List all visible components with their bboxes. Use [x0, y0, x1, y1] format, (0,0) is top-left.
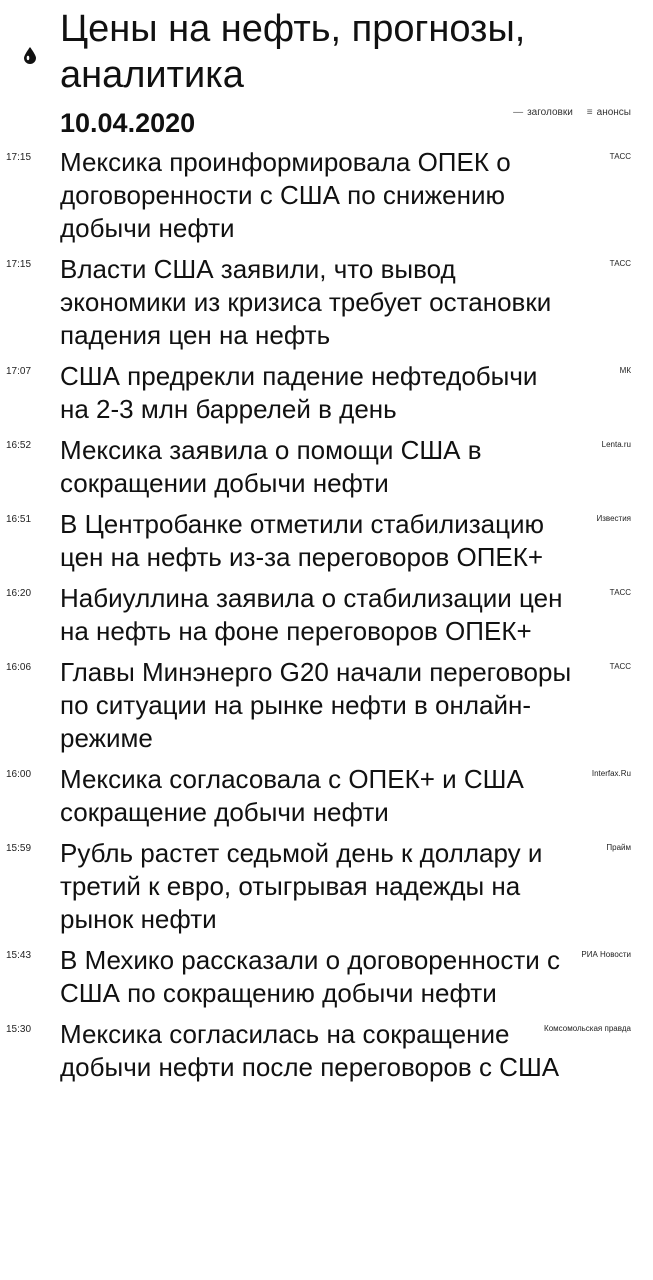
news-headline-link[interactable]: Мексика согласовала с ОПЕК+ и США сокращ…: [60, 763, 573, 829]
news-time: 17:15: [6, 152, 32, 163]
news-source[interactable]: РИА Новости: [581, 950, 631, 960]
news-source[interactable]: Прайм: [606, 843, 631, 853]
news-item[interactable]: 17:07 МК США предрекли падение нефтедобы…: [0, 360, 653, 434]
news-item[interactable]: 16:20 ТАСС Набиуллина заявила о стабилиз…: [0, 582, 653, 656]
news-time: 17:07: [6, 366, 32, 377]
news-source[interactable]: МК: [620, 366, 631, 376]
page-header: Цены на нефть, прогнозы, аналитика 10.04…: [0, 0, 653, 150]
news-item[interactable]: 17:15 ТАСС Мексика проинформировала ОПЕК…: [0, 146, 653, 253]
view-option-headlines-label: заголовки: [527, 107, 573, 118]
oil-drop-icon: [24, 47, 36, 64]
news-item[interactable]: 15:59 Прайм Рубль растет седьмой день к …: [0, 837, 653, 944]
news-source[interactable]: ТАСС: [610, 662, 631, 672]
news-time: 15:30: [6, 1024, 32, 1035]
news-item[interactable]: 16:51 Известия В Центробанке отметили ст…: [0, 508, 653, 582]
news-headline-link[interactable]: Власти США заявили, что вывод экономики …: [60, 253, 573, 352]
news-headline-link[interactable]: Рубль растет седьмой день к доллару и тр…: [60, 837, 573, 936]
news-item[interactable]: 16:52 Lenta.ru Мексика заявила о помощи …: [0, 434, 653, 508]
news-time: 16:20: [6, 588, 32, 599]
news-headline-link[interactable]: В Центробанке отметили стабилизацию цен …: [60, 508, 573, 574]
news-headline-link[interactable]: Набиуллина заявила о стабилизации цен на…: [60, 582, 573, 648]
news-item[interactable]: 16:00 Interfax.Ru Мексика согласовала с …: [0, 763, 653, 837]
lines-icon: ≡: [586, 107, 593, 118]
news-source[interactable]: ТАСС: [610, 588, 631, 598]
page-title: Цены на нефть, прогнозы, аналитика: [60, 8, 526, 96]
news-headline-link[interactable]: Мексика согласилась на сокращение добычи…: [60, 1018, 573, 1084]
news-headline-link[interactable]: В Мехико рассказали о договоренности с С…: [60, 944, 573, 1010]
news-source[interactable]: ТАСС: [610, 152, 631, 162]
news-time: 16:51: [6, 514, 32, 525]
date-label: 10.04.2020: [60, 108, 196, 138]
view-option-headlines[interactable]: — заголовки: [513, 106, 573, 120]
news-source[interactable]: Известия: [597, 514, 632, 524]
news-time: 16:06: [6, 662, 32, 673]
news-headline-link[interactable]: Мексика проинформировала ОПЕК о договоре…: [60, 146, 573, 245]
news-item[interactable]: 16:06 ТАСС Главы Минэнерго G20 начали пе…: [0, 656, 653, 763]
news-source[interactable]: Interfax.Ru: [592, 769, 631, 779]
news-time: 16:00: [6, 769, 32, 780]
dash-icon: —: [513, 107, 524, 118]
news-headline-link[interactable]: Главы Минэнерго G20 начали переговоры по…: [60, 656, 573, 755]
news-time: 15:43: [6, 950, 32, 961]
news-time: 16:52: [6, 440, 32, 451]
news-time: 17:15: [6, 259, 32, 270]
news-time: 15:59: [6, 843, 32, 854]
view-switch: — заголовки ≡ анонсы: [513, 106, 631, 120]
news-source[interactable]: Комсомольская правда: [544, 1024, 631, 1034]
view-option-announcements-label: анонсы: [596, 107, 631, 118]
view-option-announcements[interactable]: ≡ анонсы: [587, 106, 631, 120]
news-item[interactable]: 15:43 РИА Новости В Мехико рассказали о …: [0, 944, 653, 1018]
news-headline-link[interactable]: Мексика заявила о помощи США в сокращени…: [60, 434, 573, 500]
news-item[interactable]: 17:15 ТАСС Власти США заявили, что вывод…: [0, 253, 653, 360]
news-source[interactable]: Lenta.ru: [602, 440, 631, 450]
news-source[interactable]: ТАСС: [610, 259, 631, 269]
news-list: 17:15 ТАСС Мексика проинформировала ОПЕК…: [0, 146, 653, 1092]
news-headline-link[interactable]: США предрекли падение нефтедобычи на 2-3…: [60, 360, 573, 426]
news-item[interactable]: 15:30 Комсомольская правда Мексика согла…: [0, 1018, 653, 1092]
